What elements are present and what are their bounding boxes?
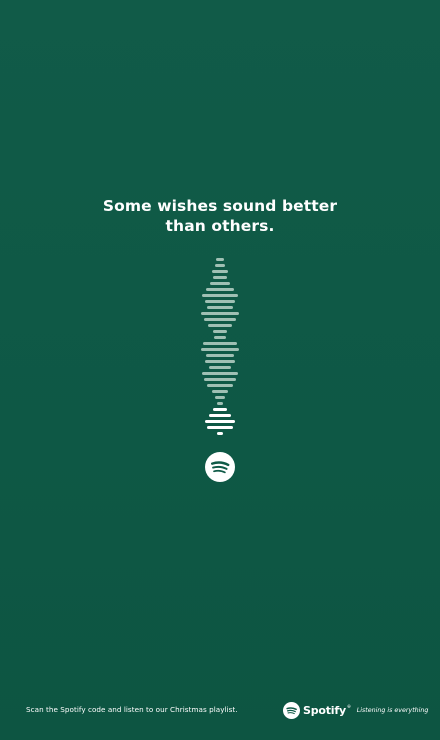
code-bar: [205, 420, 235, 423]
code-bar: [204, 318, 236, 321]
code-bar: [213, 330, 227, 333]
brand-wordmark: Spotify®: [303, 704, 351, 717]
code-bar: [201, 348, 239, 351]
trademark-symbol: ®: [346, 703, 351, 709]
code-bar: [214, 336, 226, 339]
spotify-small-logo-icon: [283, 701, 300, 719]
spotify-logo-icon[interactable]: [205, 452, 235, 482]
code-bar: [208, 324, 232, 327]
code-bar: [212, 270, 228, 273]
code-bar: [206, 288, 234, 291]
code-bar: [207, 426, 233, 429]
brand-name: Spotify: [303, 703, 346, 717]
code-bar: [205, 300, 235, 303]
code-bar: [215, 264, 225, 267]
code-bar: [209, 414, 231, 417]
code-bar: [203, 342, 237, 345]
code-bar: [213, 276, 227, 279]
brand-tagline: Listening is everything: [356, 706, 429, 714]
code-bar: [209, 366, 231, 369]
brand-lockup[interactable]: Spotify® Listening is everything: [283, 701, 428, 719]
code-bar: [207, 306, 233, 309]
code-bar: [217, 402, 223, 405]
code-bar: [210, 282, 230, 285]
code-bar: [202, 294, 238, 297]
code-bar: [217, 432, 223, 435]
poster-background: Some wishes sound better than others. Sc…: [0, 0, 440, 740]
code-bar: [213, 408, 227, 411]
code-bar: [204, 378, 236, 381]
code-bar: [215, 396, 225, 399]
code-bar: [212, 390, 228, 393]
footer-instruction: Scan the Spotify code and listen to our …: [26, 705, 238, 714]
code-bar: [207, 384, 233, 387]
code-bar: [201, 312, 239, 315]
code-bar: [206, 354, 234, 357]
code-bar: [202, 372, 238, 375]
spotify-code-tree-icon[interactable]: [0, 258, 440, 438]
headline: Some wishes sound better than others.: [0, 196, 440, 236]
headline-line-2: than others.: [165, 217, 275, 235]
code-bar: [216, 258, 224, 261]
headline-line-1: Some wishes sound better: [102, 197, 338, 215]
code-bar: [205, 360, 235, 363]
